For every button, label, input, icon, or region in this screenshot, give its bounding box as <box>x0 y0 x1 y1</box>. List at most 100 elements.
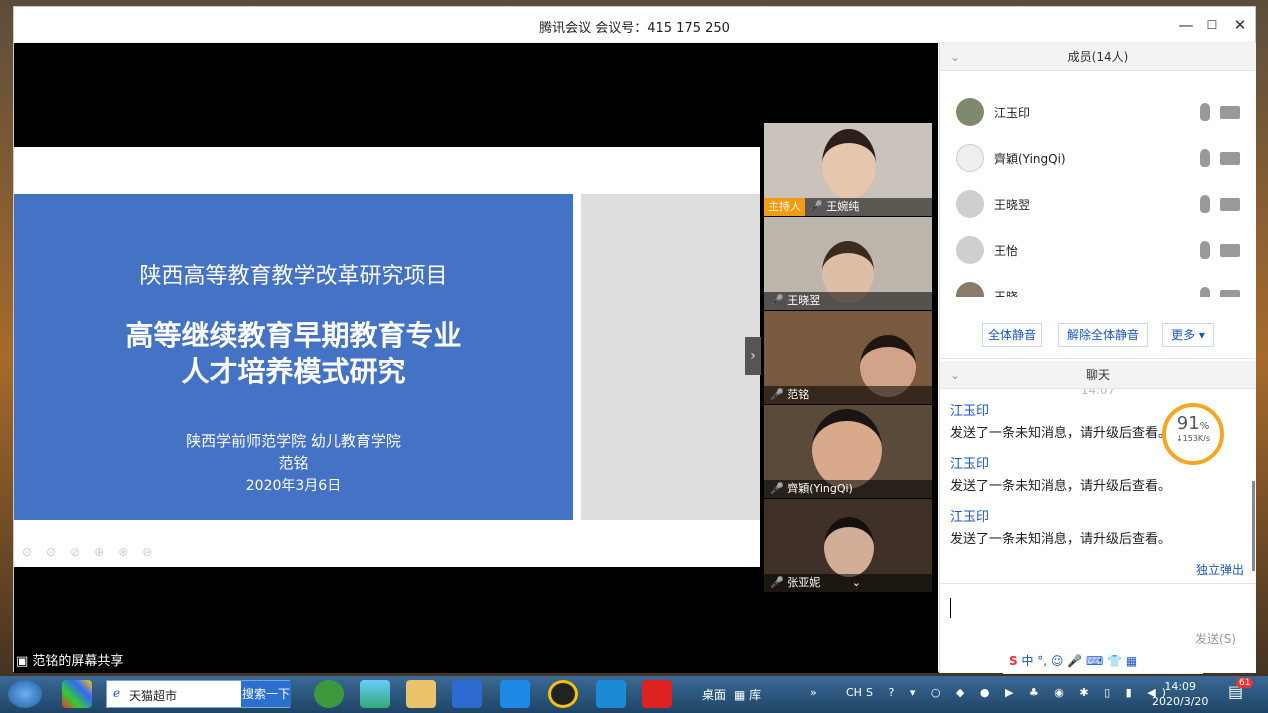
mic-icon[interactable] <box>1200 287 1210 297</box>
ff-app-icon[interactable] <box>642 680 672 708</box>
slide-line1: 陕西高等教育教学改革研究项目 <box>139 264 448 289</box>
avatar <box>956 282 984 297</box>
members-title: 成员(14人) <box>1067 50 1129 64</box>
unmute-all-button[interactable]: 解除全体静音 <box>1058 323 1148 347</box>
slide-controls[interactable]: ⊙⊙⊘⊕⊛⊖ <box>22 545 166 559</box>
avatar <box>956 190 984 218</box>
participant-name: 齊穎(YingQi) <box>787 482 853 495</box>
shared-slide: 陕西高等教育教学改革研究项目 高等继续教育早期教育专业 人才培养模式研究 陕西学… <box>14 147 760 567</box>
video-tile[interactable]: 🎤 王晓翌 <box>764 217 932 310</box>
meeting-window: 腾讯会议 会议号：415 175 250 — ☐ ✕ 陕西高等教育教学改革研究项… <box>13 6 1256 673</box>
search-text: 天猫超市 <box>129 689 178 703</box>
minimize-button[interactable]: — <box>1174 13 1198 37</box>
browser-icon: ℯ <box>113 686 121 700</box>
search-button[interactable]: 搜索一下 <box>241 681 291 707</box>
toolbar-expand-icon[interactable]: » <box>810 686 817 699</box>
video-label: 主持人 🎤 王婉纯 <box>764 198 932 216</box>
member-name: 王晓翌 <box>994 198 1031 212</box>
share-label-text: 范铭的屏幕共享 <box>32 654 124 669</box>
clock-date: 2020/3/20 <box>1152 695 1209 708</box>
chat-scrollbar[interactable] <box>1252 481 1255 571</box>
mute-all-button[interactable]: 全体静音 <box>982 323 1042 347</box>
chevron-down-icon: ⌄ <box>950 368 961 382</box>
refresh-app-icon[interactable] <box>314 680 344 708</box>
avatar <box>956 98 984 126</box>
video-label: 🎤 范铭 <box>764 386 932 404</box>
desktop-toolbar-label[interactable]: 桌面 <box>702 686 726 703</box>
mic-icon[interactable] <box>1200 195 1210 213</box>
mic-icon[interactable] <box>1200 241 1210 259</box>
member-row[interactable]: 王晓翌 <box>940 181 1256 227</box>
popout-link[interactable]: 独立弹出 <box>1196 561 1244 578</box>
language-indicator[interactable]: CH <box>846 686 862 699</box>
clock-time: 14:09 <box>1164 680 1197 693</box>
network-gauge[interactable]: 91% ↓153K/s <box>1162 403 1224 465</box>
media-player-icon[interactable] <box>360 680 390 708</box>
member-row[interactable]: 齊穎(YingQi) <box>940 135 1256 181</box>
camera-icon[interactable] <box>1220 106 1240 119</box>
taskbar: ℯ 天猫超市 搜索一下 桌面 ▦ 库 » CH S ? ▾ ○ ◆ ● ▶ ♣ … <box>0 676 1268 713</box>
slide-line2: 高等继续教育早期教育专业 <box>125 319 462 352</box>
member-row[interactable]: 王怡 <box>940 227 1256 273</box>
right-panel: ⌄ 成员(14人) 江玉印 齊穎(YingQi) 王晓翌 王怡 王晓 全体静音 解… <box>939 43 1256 673</box>
maximize-button[interactable]: ☐ <box>1200 13 1224 37</box>
start-button[interactable] <box>8 680 42 708</box>
gauge-value: 91 <box>1176 413 1200 434</box>
camera-icon[interactable] <box>1220 290 1240 297</box>
gauge-speed: ↓153K/s <box>1175 434 1211 443</box>
phone-app-icon[interactable] <box>596 680 626 708</box>
member-name: 江玉印 <box>994 106 1031 120</box>
mic-icon[interactable] <box>1200 149 1210 167</box>
more-button[interactable]: 更多 ▾ <box>1162 323 1214 347</box>
tray-icons[interactable]: S ? ▾ ○ ◆ ● ▶ ♣ ◉ ✱ ▯ ▮ ◀) <box>866 686 1172 699</box>
gauge-unit: % <box>1199 421 1210 432</box>
send-button[interactable]: 发送(S) <box>1195 630 1236 647</box>
avatar <box>956 144 984 172</box>
expand-arrow-button[interactable]: › <box>745 337 761 375</box>
avatar <box>956 236 984 264</box>
host-badge: 主持人 <box>764 198 805 216</box>
file-explorer-icon[interactable] <box>406 680 436 708</box>
participant-face <box>824 517 874 577</box>
chat-input[interactable]: 发送(S) <box>940 583 1256 653</box>
participant-name: 王晓翌 <box>787 294 821 307</box>
chat-sender: 江玉印 <box>950 510 990 525</box>
chat-header[interactable]: ⌄ 聊天 <box>940 361 1256 389</box>
gauge-value-line: 91% <box>1166 413 1220 434</box>
ime-toolbar[interactable]: S 中 °, ☺ 🎤 ⌨ 👕 ▦ <box>1003 648 1203 674</box>
video-label: 🎤 张亚妮 ⌄ <box>764 574 932 592</box>
video-strip: 主持人 🎤 王婉纯 🎤 王晓翌 🎤 范铭 🎤 齊穎(YingQi) 🎤 张亚妮 ⌄ <box>764 123 932 593</box>
library-toolbar[interactable]: ▦ 库 <box>734 686 761 703</box>
member-row[interactable]: 江玉印 <box>940 89 1256 135</box>
camera-icon[interactable] <box>1220 198 1240 211</box>
slide-title-panel: 陕西高等教育教学改革研究项目 高等继续教育早期教育专业 人才培养模式研究 陕西学… <box>14 194 573 520</box>
more-label: 更多 <box>1171 328 1196 342</box>
tencent-meeting-icon[interactable] <box>500 680 530 708</box>
search-box[interactable]: ℯ 天猫超市 搜索一下 <box>106 680 291 708</box>
circle-app-icon[interactable] <box>548 680 578 708</box>
chat-section: ⌄ 聊天 14:07 江玉印 发送了一条未知消息，请升级后查看。 江玉印 发送了一… <box>940 361 1256 646</box>
mic-icon[interactable] <box>1200 103 1210 121</box>
camera-icon[interactable] <box>1220 152 1240 165</box>
video-tile[interactable]: 🎤 范铭 <box>764 311 932 404</box>
camera-icon[interactable] <box>1220 244 1240 257</box>
video-tile[interactable]: 🎤 齊穎(YingQi) <box>764 405 932 498</box>
video-tile[interactable]: 🎤 张亚妮 ⌄ <box>764 499 932 592</box>
wps-icon[interactable] <box>452 680 482 708</box>
scroll-down-icon[interactable]: ⌄ <box>852 576 861 589</box>
member-name: 王晓 <box>994 290 1019 297</box>
library-label: 库 <box>749 688 762 702</box>
pinwheel-app-icon[interactable] <box>62 680 92 708</box>
member-name: 齊穎(YingQi) <box>994 152 1066 166</box>
slide-line3: 人才培养模式研究 <box>181 355 406 388</box>
title-bar: 腾讯会议 会议号：415 175 250 — ☐ ✕ <box>14 7 1255 43</box>
video-label: 🎤 齊穎(YingQi) <box>764 480 932 498</box>
slide-line6: 2020年3月6日 <box>245 478 342 494</box>
slide-line5: 范铭 <box>278 454 309 472</box>
participant-face <box>822 129 876 199</box>
member-row[interactable]: 王晓 <box>940 273 1256 297</box>
members-header[interactable]: ⌄ 成员(14人) <box>940 43 1256 71</box>
video-tile[interactable]: 主持人 🎤 王婉纯 <box>764 123 932 216</box>
clock[interactable]: 14:09 2020/3/20 <box>1152 679 1208 709</box>
close-button[interactable]: ✕ <box>1228 13 1252 37</box>
